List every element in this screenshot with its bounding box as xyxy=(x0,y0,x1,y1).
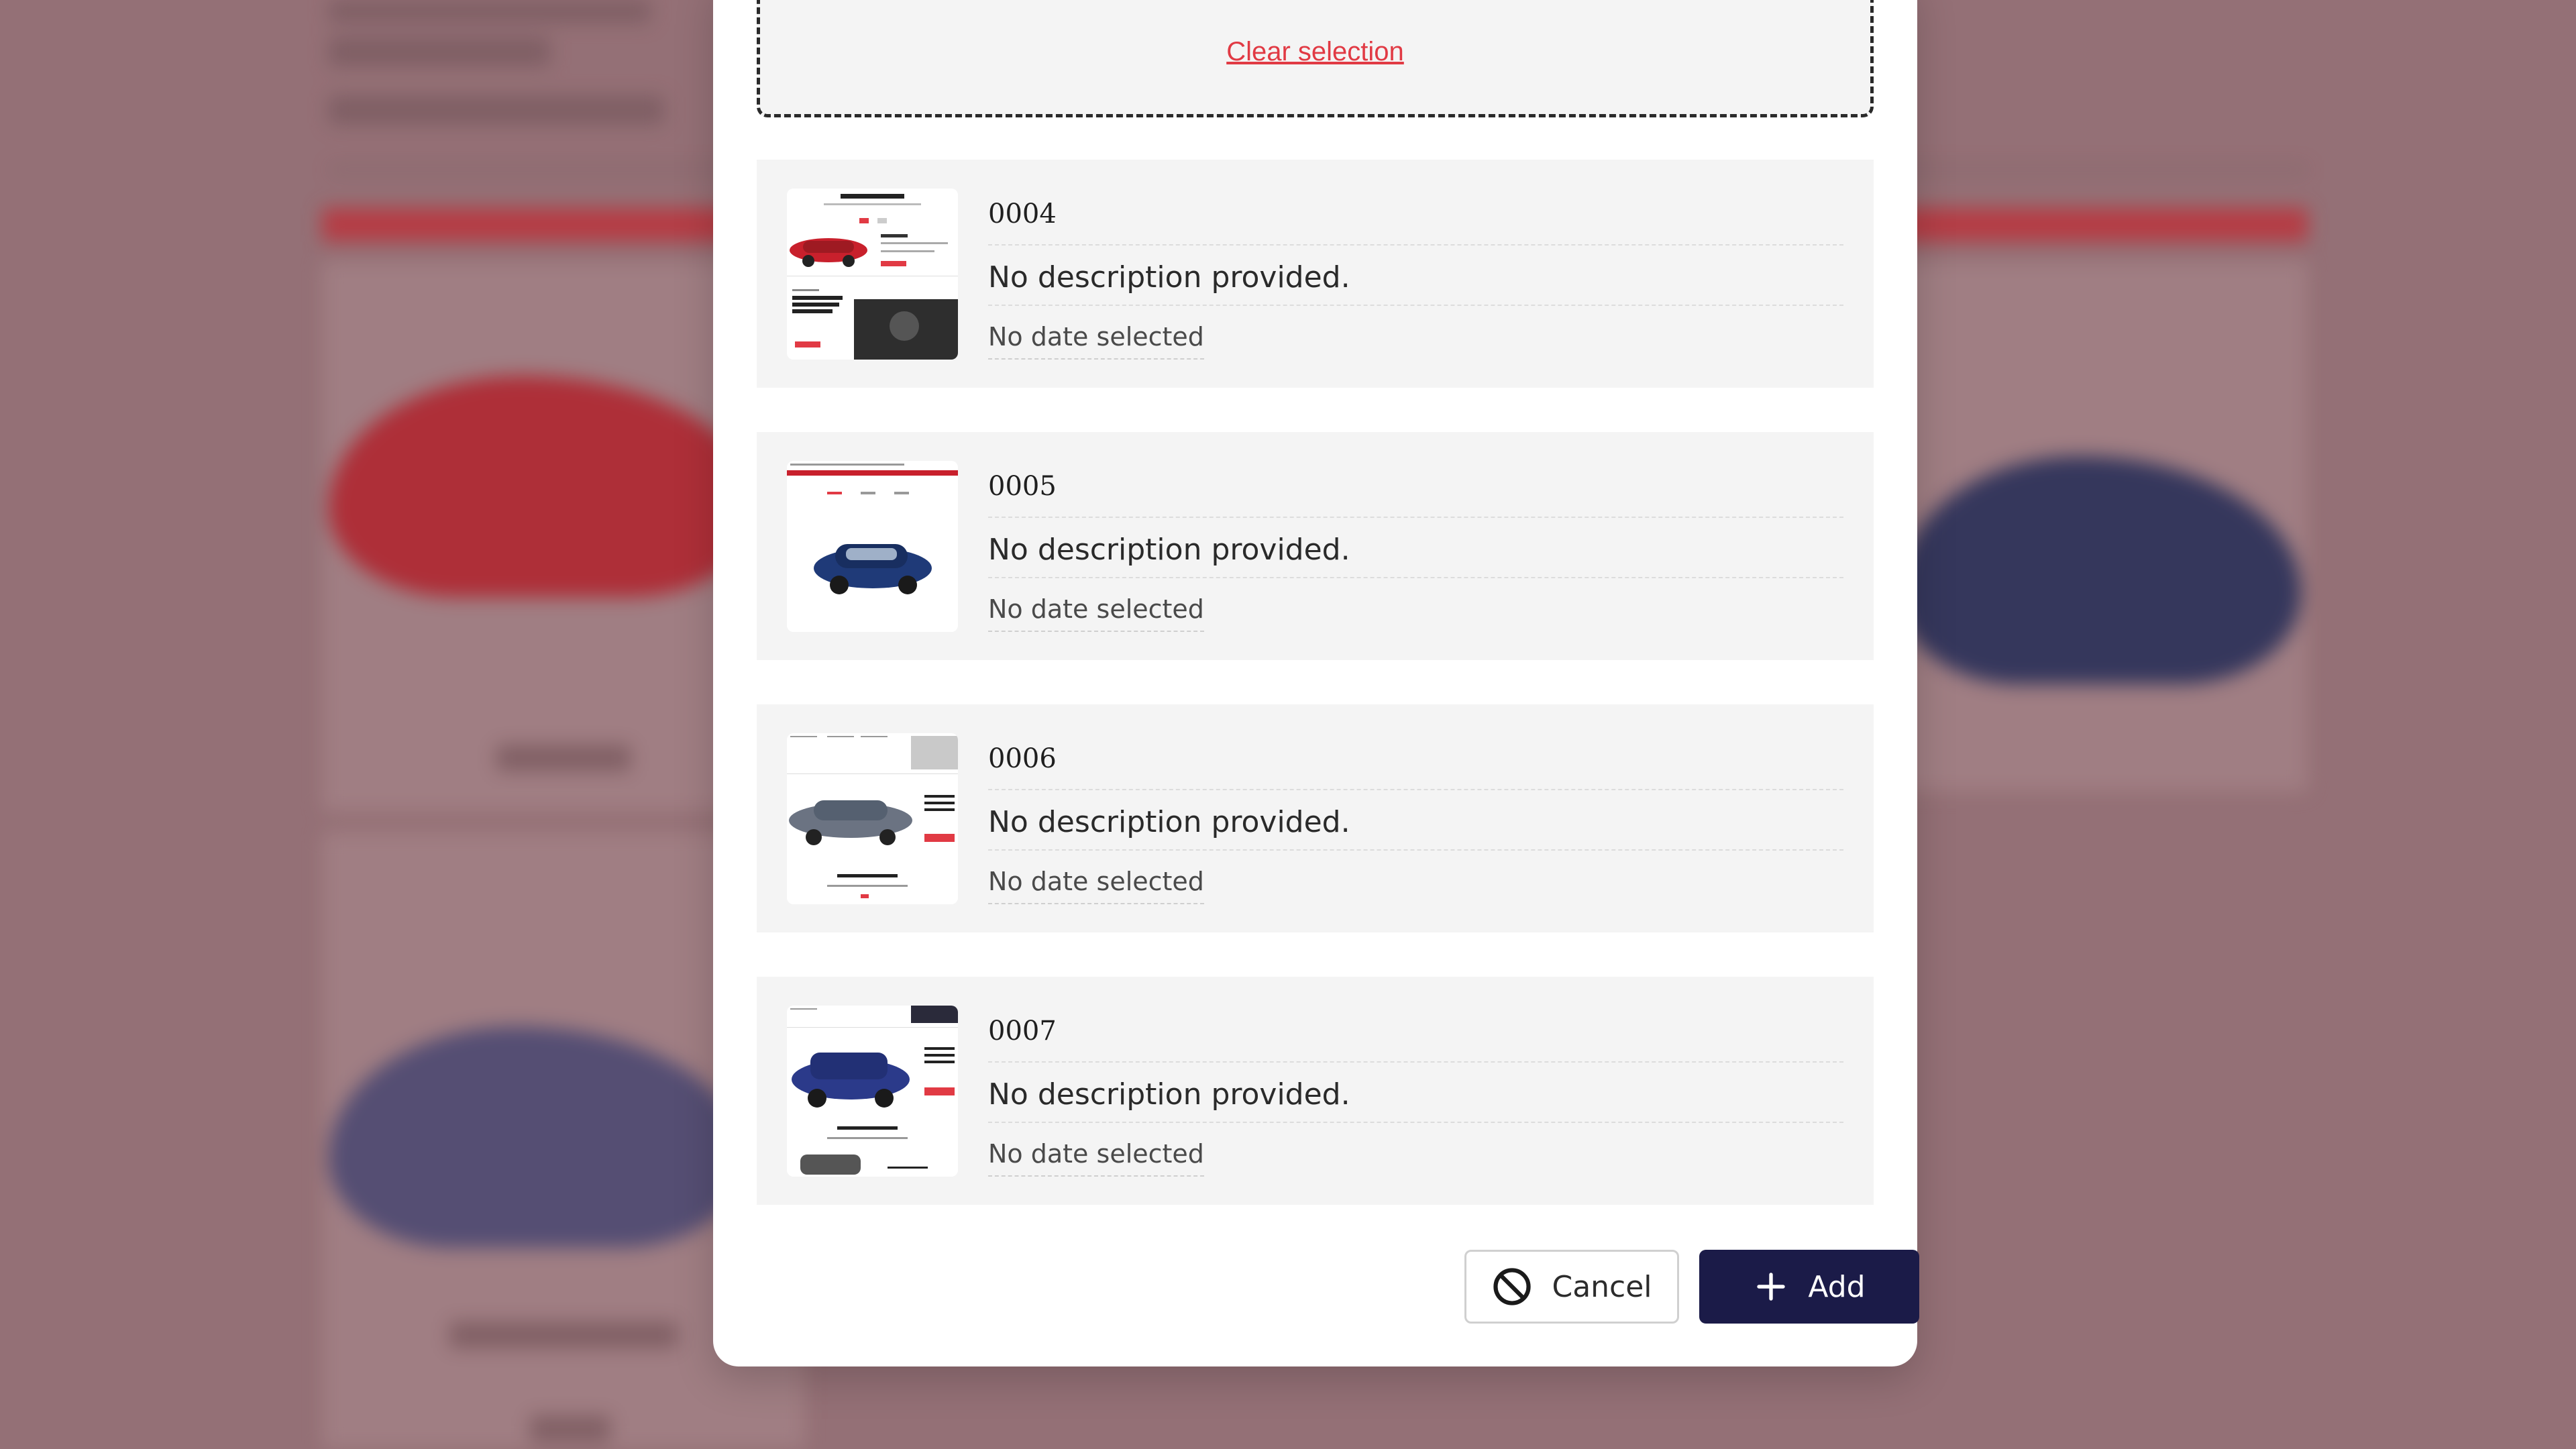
add-button-label: Add xyxy=(1808,1269,1866,1304)
list-item[interactable]: 0007 No description provided. No date se… xyxy=(757,977,1874,1205)
item-thumbnail xyxy=(787,1006,958,1177)
item-id: 0006 xyxy=(988,738,1843,790)
item-thumbnail xyxy=(787,733,958,904)
selection-dropzone[interactable]: Clear selection xyxy=(757,0,1874,117)
blue-suv-thumbnail xyxy=(787,1006,958,1177)
item-thumbnail xyxy=(787,461,958,632)
list-item[interactable]: 0006 No description provided. No date se… xyxy=(757,704,1874,932)
item-date-picker[interactable]: No date selected xyxy=(988,864,1204,904)
item-date-picker[interactable]: No date selected xyxy=(988,592,1204,632)
list-item[interactable]: 0005 No description provided. No date se… xyxy=(757,432,1874,660)
item-date-picker[interactable]: No date selected xyxy=(988,1136,1204,1177)
list-item[interactable]: 0004 No description provided. No date se… xyxy=(757,160,1874,388)
blue-sedan-thumbnail xyxy=(787,461,958,632)
item-description[interactable]: No description provided. xyxy=(988,800,1843,851)
item-description[interactable]: No description provided. xyxy=(988,527,1843,578)
item-id: 0005 xyxy=(988,466,1843,518)
ban-icon xyxy=(1491,1266,1533,1307)
plus-icon xyxy=(1753,1269,1789,1305)
item-thumbnail xyxy=(787,189,958,360)
item-id: 0004 xyxy=(988,193,1843,246)
cancel-button-label: Cancel xyxy=(1552,1269,1652,1304)
item-id: 0007 xyxy=(988,1010,1843,1063)
red-sedan-thumbnail xyxy=(787,189,958,360)
item-date-picker[interactable]: No date selected xyxy=(988,319,1204,360)
item-description[interactable]: No description provided. xyxy=(988,1072,1843,1123)
grey-hatchback-thumbnail xyxy=(787,733,958,904)
clear-selection-link[interactable]: Clear selection xyxy=(760,37,1870,67)
item-description[interactable]: No description provided. xyxy=(988,255,1843,306)
cancel-button[interactable]: Cancel xyxy=(1464,1250,1679,1324)
add-button[interactable]: Add xyxy=(1699,1250,1919,1324)
select-items-dialog: Clear selection 0004 No description prov… xyxy=(713,0,1919,1366)
